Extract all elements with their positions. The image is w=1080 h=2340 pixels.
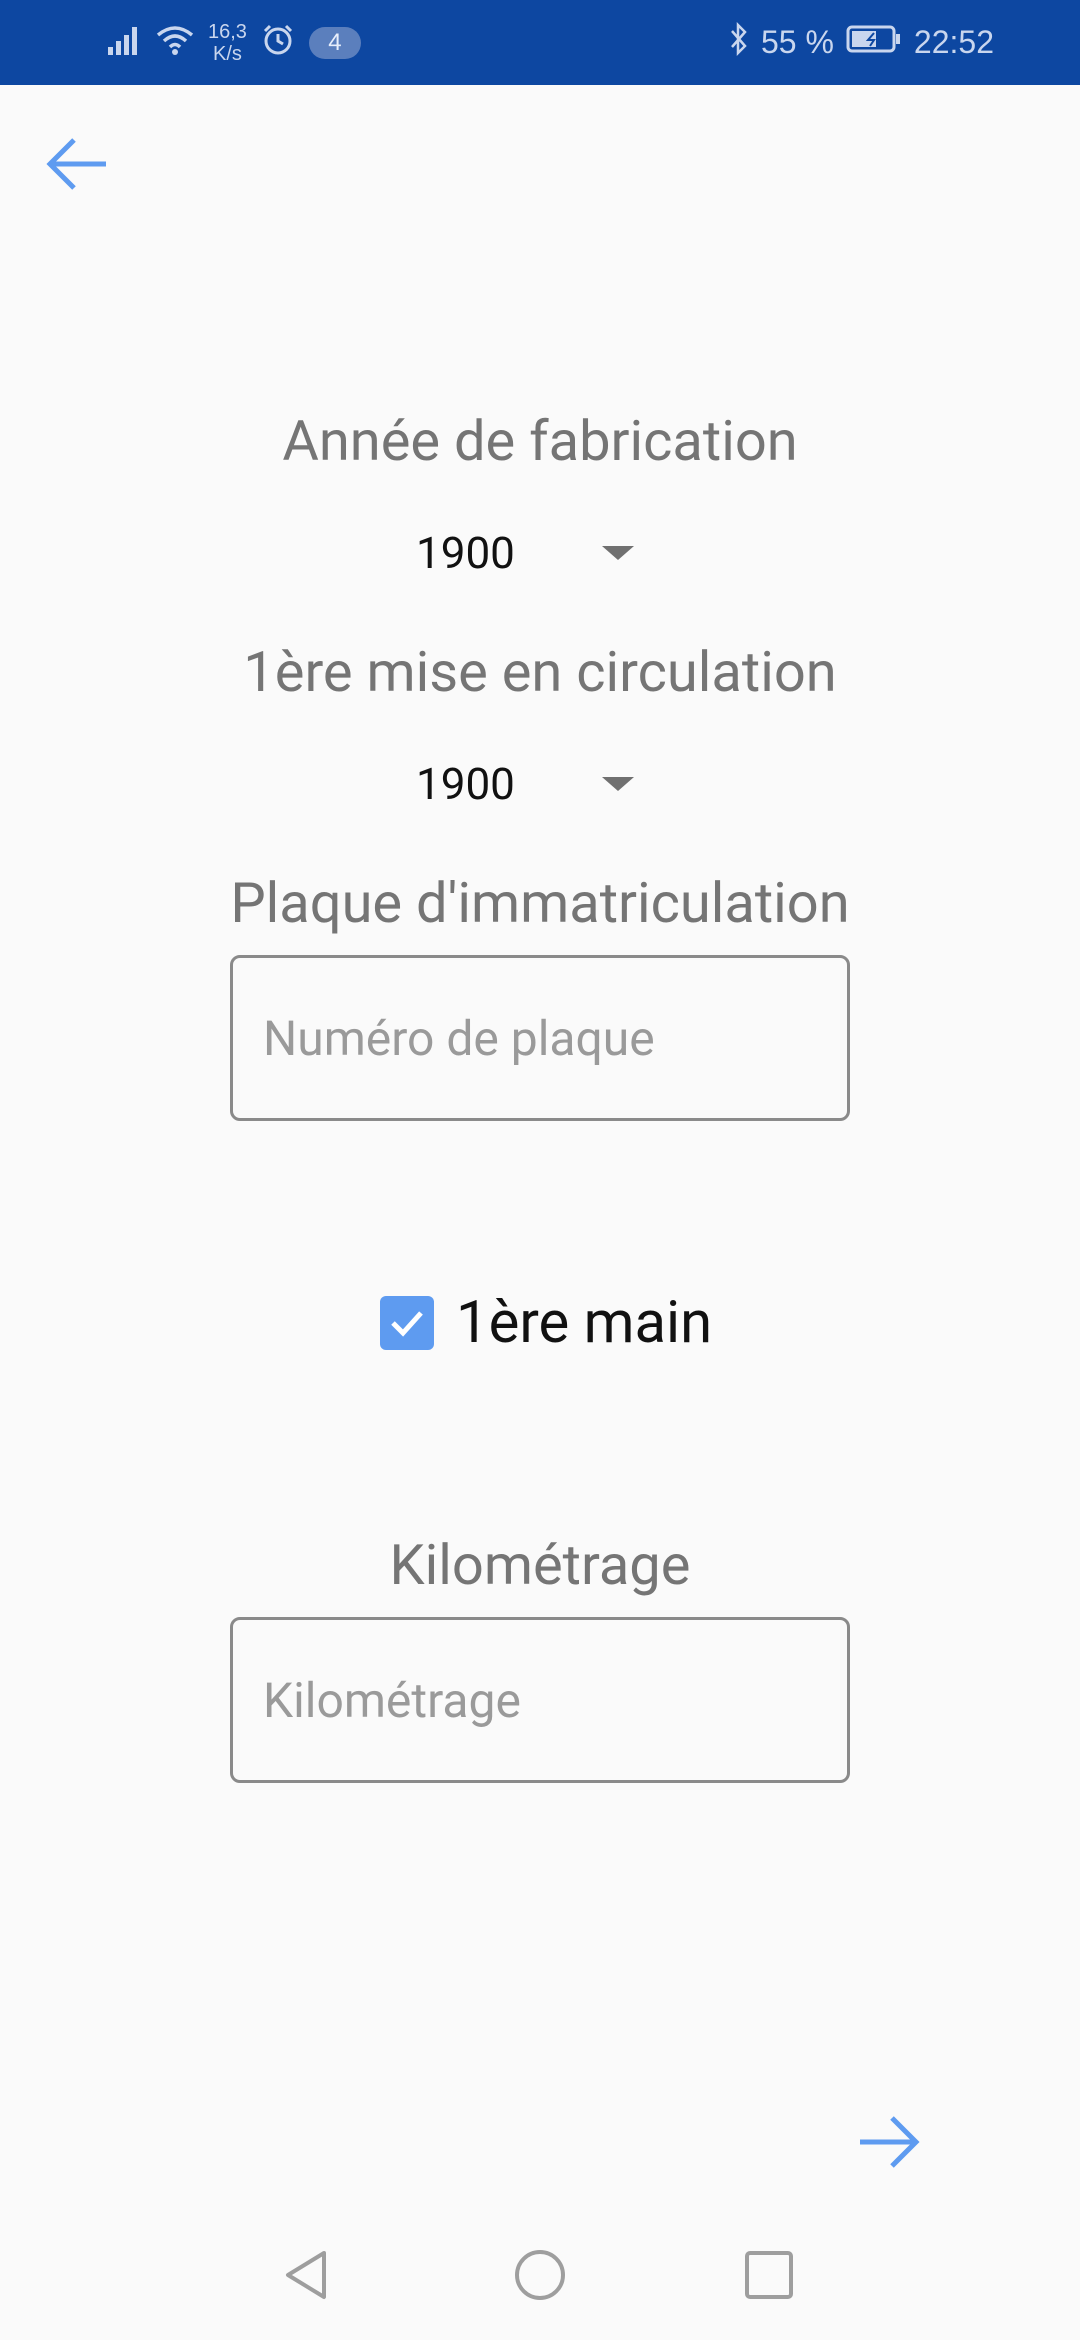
network-speed-unit: K/s bbox=[213, 42, 242, 65]
status-bar: 16,3 K/s 4 55 % 22:52 bbox=[0, 0, 1080, 85]
alarm-icon bbox=[261, 23, 295, 62]
first-hand-checkbox[interactable] bbox=[380, 1296, 434, 1350]
mileage-field[interactable] bbox=[230, 1617, 850, 1783]
first-registration-dropdown[interactable]: 1900 bbox=[390, 744, 660, 824]
dropdown-caret-icon bbox=[602, 546, 634, 560]
back-button[interactable] bbox=[36, 124, 116, 204]
nav-back-button[interactable] bbox=[273, 2240, 343, 2310]
clock: 22:52 bbox=[913, 24, 994, 60]
year-label: Année de fabrication bbox=[282, 408, 798, 474]
home-circle-icon bbox=[515, 2250, 565, 2300]
mileage-input[interactable] bbox=[233, 1620, 847, 1780]
recents-square-icon bbox=[745, 2251, 793, 2299]
signal-icon bbox=[108, 25, 142, 60]
plate-input[interactable] bbox=[233, 958, 847, 1118]
arrow-right-icon bbox=[860, 2116, 920, 2168]
back-triangle-icon bbox=[286, 2251, 326, 2299]
first-registration-dropdown-value: 1900 bbox=[416, 758, 515, 810]
year-dropdown-value: 1900 bbox=[416, 527, 515, 579]
bluetooth-icon bbox=[729, 21, 749, 64]
first-hand-label: 1ère main bbox=[456, 1289, 713, 1357]
battery-icon bbox=[846, 24, 902, 61]
status-right: 55 % 22:52 bbox=[729, 0, 994, 85]
nav-home-button[interactable] bbox=[505, 2240, 575, 2310]
network-speed: 16,3 K/s bbox=[208, 21, 247, 65]
next-button[interactable] bbox=[850, 2102, 930, 2182]
mileage-label: Kilométrage bbox=[389, 1532, 691, 1598]
status-left: 16,3 K/s 4 bbox=[108, 0, 361, 85]
first-registration-label: 1ère mise en circulation bbox=[243, 639, 837, 705]
network-speed-value: 16,3 bbox=[208, 20, 247, 43]
plate-field[interactable] bbox=[230, 955, 850, 1121]
battery-percent: 55 % bbox=[760, 24, 834, 60]
wifi-icon bbox=[156, 25, 194, 60]
system-nav-bar bbox=[0, 2210, 1080, 2340]
notification-badge: 4 bbox=[308, 26, 361, 59]
year-dropdown[interactable]: 1900 bbox=[390, 513, 660, 593]
arrow-left-icon bbox=[46, 138, 106, 190]
plate-label: Plaque d'immatriculation bbox=[230, 870, 850, 936]
first-hand-row[interactable]: 1ère main bbox=[380, 1288, 712, 1358]
checkmark-icon bbox=[391, 1311, 423, 1337]
dropdown-caret-icon bbox=[602, 777, 634, 791]
nav-recents-button[interactable] bbox=[734, 2240, 804, 2310]
